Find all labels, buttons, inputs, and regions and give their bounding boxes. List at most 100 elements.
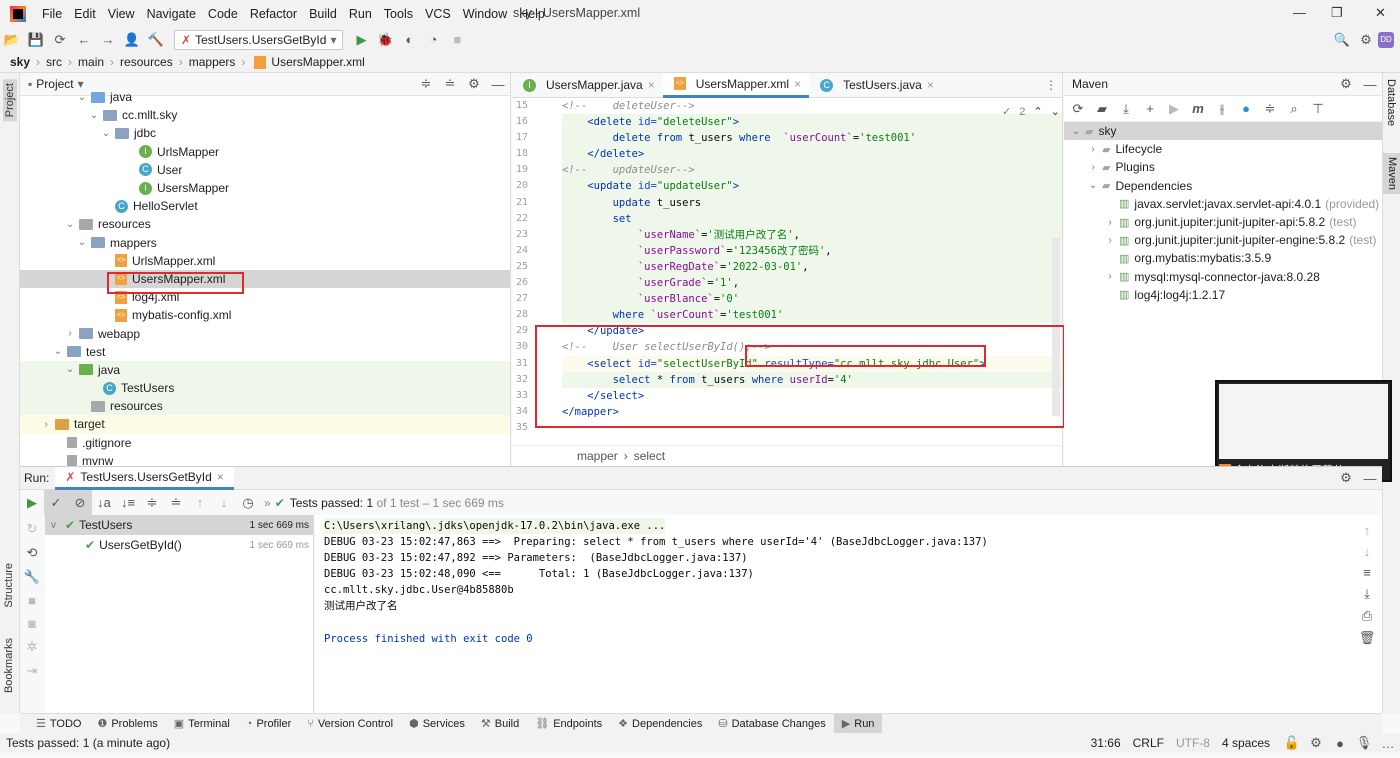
more-icon[interactable]: » bbox=[264, 496, 271, 510]
menu-file[interactable]: File bbox=[36, 7, 68, 21]
chevron-down-icon[interactable]: ⌄ bbox=[88, 110, 100, 121]
show-diagram-icon[interactable]: ⊤ bbox=[1306, 101, 1330, 117]
chevron-down-icon[interactable]: ⌄ bbox=[64, 364, 76, 375]
skip-tests-icon[interactable]: ● bbox=[1234, 101, 1258, 116]
editor-breadcrumb-item[interactable]: select bbox=[634, 449, 665, 463]
inspector-icon[interactable]: ⚙ bbox=[1304, 735, 1328, 751]
sort-duration-icon[interactable]: ↓≡ bbox=[116, 495, 140, 510]
code-line[interactable]: where `userCount`='test001' bbox=[562, 307, 1062, 324]
tool-tab-profiler[interactable]: ◔ Profiler bbox=[238, 714, 300, 734]
project-tree-item[interactable]: I UrlsMapper bbox=[20, 143, 510, 161]
breadcrumb-item[interactable]: sky bbox=[10, 55, 30, 69]
tool-tab-todo[interactable]: ☰ TODO bbox=[28, 714, 89, 734]
exit-icon[interactable]: ⇥ bbox=[20, 663, 44, 679]
settings-icon[interactable]: ✲ bbox=[20, 639, 44, 655]
chevron-right-icon[interactable]: › bbox=[1104, 271, 1116, 282]
chevron-down-icon[interactable]: ⌄ bbox=[64, 219, 76, 230]
restore-button[interactable]: ❐ bbox=[1331, 5, 1343, 21]
tool-tab-build[interactable]: ⚒ Build bbox=[473, 714, 527, 734]
maven-tree-item[interactable]: ▥ org.mybatis:mybatis:3.5.9 bbox=[1064, 249, 1382, 267]
structure-tool-button[interactable]: Structure bbox=[3, 563, 15, 608]
project-tree-item[interactable]: ⌄ test bbox=[20, 343, 510, 361]
toggle-auto-test-icon[interactable]: ⟲ bbox=[20, 545, 44, 561]
test-case-row[interactable]: ✔ UsersGetById() 1 sec 669 ms bbox=[45, 535, 313, 555]
project-tree-item[interactable]: ⌄ java bbox=[20, 360, 510, 379]
code-line[interactable]: update t_users bbox=[562, 194, 1062, 211]
chevron-down-icon[interactable]: v bbox=[51, 520, 65, 531]
code-line[interactable]: `userRegDate`='2022-03-01', bbox=[562, 258, 1062, 276]
sync-icon[interactable]: ⟳ bbox=[48, 32, 72, 48]
camera-icon[interactable]: ◙ bbox=[20, 616, 44, 631]
collapse-all-icon[interactable]: ≐ bbox=[164, 495, 188, 511]
close-icon[interactable]: × bbox=[794, 77, 801, 91]
project-tree-item[interactable]: › target bbox=[20, 415, 510, 434]
code-line[interactable]: <delete id="deleteUser"> bbox=[562, 114, 1062, 131]
chevron-right-icon[interactable]: › bbox=[1087, 162, 1099, 173]
breadcrumb-item[interactable]: src bbox=[46, 55, 62, 69]
close-button[interactable]: ✕ bbox=[1375, 5, 1386, 21]
file-encoding[interactable]: UTF-8 bbox=[1176, 736, 1210, 750]
chevron-down-icon[interactable]: ⌄ bbox=[1051, 105, 1060, 118]
reload-icon[interactable]: ⟳ bbox=[1066, 101, 1090, 117]
toggle-offline-icon[interactable]: ⫲ bbox=[1210, 101, 1234, 117]
rerun-failed-icon[interactable]: ↻ bbox=[20, 521, 44, 537]
more-tabs-icon[interactable]: ⋮ bbox=[1045, 78, 1057, 92]
code-line[interactable]: `userPassword`='123456改了密码', bbox=[562, 242, 1062, 259]
project-tree-item[interactable]: C HelloServlet bbox=[20, 197, 510, 215]
code-line[interactable]: <!-- deleteUser--> bbox=[562, 98, 1062, 114]
soft-wrap-icon[interactable]: ≡ bbox=[1355, 565, 1379, 580]
wrench-icon[interactable]: 🔧 bbox=[20, 569, 44, 585]
expand-all-icon[interactable]: ≑ bbox=[140, 495, 164, 511]
history-icon[interactable]: ◷ bbox=[236, 495, 260, 511]
tool-tab-run[interactable]: ▶ Run bbox=[833, 713, 883, 734]
project-tree-item[interactable]: resources bbox=[20, 397, 510, 416]
menu-view[interactable]: View bbox=[102, 7, 141, 21]
chevron-up-icon[interactable]: ⌃ bbox=[1033, 105, 1042, 118]
project-tree-item[interactable]: › webapp bbox=[20, 324, 510, 342]
code-line[interactable]: `userGrade`='1', bbox=[562, 275, 1062, 292]
minimize-button[interactable]: — bbox=[1293, 5, 1306, 20]
console-output[interactable]: C:\Users\xrilang\.jdks\openjdk-17.0.2\bi… bbox=[315, 515, 1355, 713]
maven-tree-item[interactable]: ▥ javax.servlet:javax.servlet-api:4.0.1 (p… bbox=[1064, 195, 1382, 213]
code-line[interactable]: `userBlance`='0' bbox=[562, 291, 1062, 308]
gear-icon[interactable]: ⚙ bbox=[462, 76, 486, 92]
maven-tree-item[interactable]: ▥ log4j:log4j:1.2.17 bbox=[1064, 286, 1382, 304]
download-icon[interactable]: ⤓ bbox=[1114, 101, 1138, 117]
microphone-icon[interactable]: 🎙 bbox=[1352, 735, 1376, 751]
tool-tab-problems[interactable]: ❶ Problems bbox=[89, 714, 165, 734]
run-configuration-select[interactable]: ✗ TestUsers.UsersGetById ▾ bbox=[174, 29, 344, 50]
project-tree-item[interactable]: ⌄ cc.mllt.sky bbox=[20, 106, 510, 124]
code-line[interactable]: </delete> bbox=[562, 146, 1062, 163]
collapse-icon[interactable]: ≑ bbox=[1258, 101, 1282, 117]
print-icon[interactable]: ⎙ bbox=[1355, 608, 1379, 624]
code-line[interactable]: <update id="updateUser"> bbox=[562, 178, 1062, 195]
chevron-right-icon[interactable]: › bbox=[1104, 217, 1116, 228]
menu-edit[interactable]: Edit bbox=[68, 7, 102, 21]
hide-icon[interactable]: — bbox=[1358, 77, 1382, 92]
gear-icon[interactable]: ⚙ bbox=[1354, 32, 1378, 48]
user-icon[interactable]: 👤 bbox=[120, 32, 144, 48]
gear-icon[interactable]: ⚙ bbox=[1334, 470, 1358, 486]
profile-icon[interactable]: ◔ bbox=[421, 32, 445, 47]
next-icon[interactable]: ↓ bbox=[212, 495, 236, 510]
notifications-icon[interactable]: ● bbox=[1328, 736, 1352, 751]
hide-icon[interactable]: — bbox=[486, 77, 510, 92]
project-tree-item[interactable]: ⌄ jdbc bbox=[20, 124, 510, 142]
close-icon[interactable]: × bbox=[927, 78, 934, 92]
test-suite-row[interactable]: v ✔ TestUsers 1 sec 669 ms bbox=[45, 515, 313, 535]
forward-icon[interactable]: → bbox=[96, 32, 120, 47]
gear-icon[interactable]: ⚙ bbox=[1334, 76, 1358, 92]
chevron-down-icon[interactable]: ⌄ bbox=[76, 237, 88, 248]
run-tab[interactable]: ✗ TestUsers.UsersGetById × bbox=[55, 466, 234, 490]
tab-usersmapper-java[interactable]: I UsersMapper.java × bbox=[512, 73, 663, 98]
maven-tree-item[interactable]: › ▰ Lifecycle bbox=[1064, 140, 1382, 158]
editor-breadcrumb-item[interactable]: mapper bbox=[577, 449, 618, 463]
stop-icon[interactable]: ■ bbox=[445, 32, 469, 47]
chevron-right-icon[interactable]: › bbox=[1104, 235, 1116, 246]
maven-tree-item[interactable]: › ▰ Plugins bbox=[1064, 158, 1382, 176]
add-icon[interactable]: + bbox=[1138, 101, 1162, 116]
project-tool-button[interactable]: Project bbox=[3, 79, 17, 122]
caret-position[interactable]: 31:66 bbox=[1091, 736, 1121, 750]
chevron-down-icon[interactable]: ⌄ bbox=[1087, 180, 1099, 191]
chevron-down-icon[interactable]: ⌄ bbox=[52, 346, 64, 357]
